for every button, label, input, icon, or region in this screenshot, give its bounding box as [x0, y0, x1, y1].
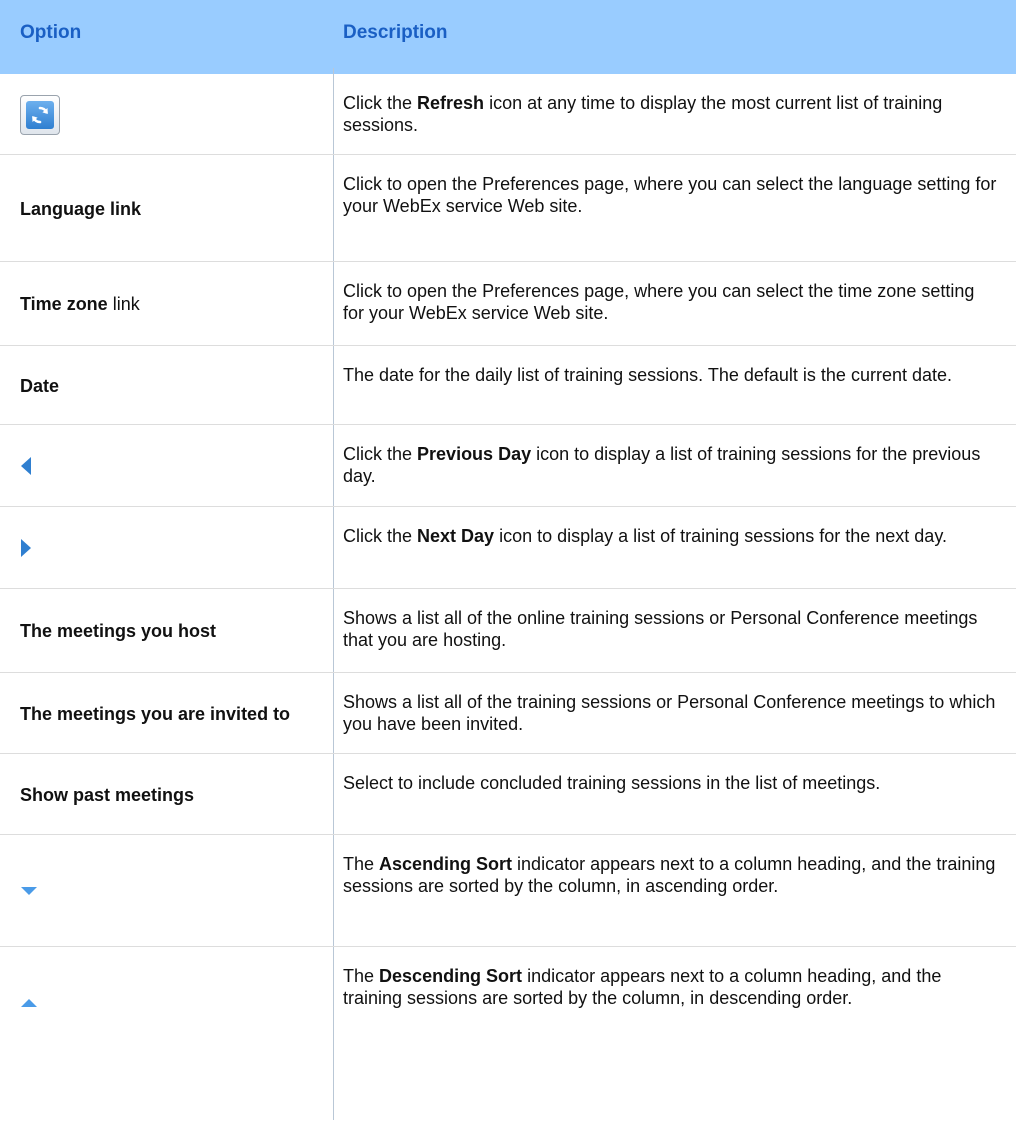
option-label-segment: link — [107, 294, 140, 314]
description-cell: Shows a list all of the online training … — [343, 607, 998, 651]
option-cell — [20, 947, 320, 1059]
description-cell: The Ascending Sort indicator appears nex… — [343, 853, 998, 897]
description-segment: Select to include concluded training ses… — [343, 773, 881, 793]
description-segment: Click to open the Preferences page, wher… — [343, 174, 997, 216]
description-segment: The date for the daily list of training … — [343, 365, 953, 385]
option-column-header: Option — [20, 22, 82, 43]
option-cell: The meetings you host — [20, 589, 320, 673]
option-cell: Date — [20, 346, 320, 425]
table-row: The meetings you host Shows a list all of… — [0, 589, 1016, 673]
option-cell — [20, 74, 320, 155]
description-segment: icon to display a list of training sessi… — [494, 526, 947, 546]
description-cell: Click the Refresh icon at any time to di… — [343, 92, 998, 136]
option-label-segment: The meetings you host — [20, 621, 217, 641]
next-day-icon — [20, 538, 32, 558]
option-cell — [20, 425, 320, 507]
previous-day-icon — [20, 456, 32, 476]
table-row: Show past meetings Select to include conc… — [0, 754, 1016, 835]
refresh-icon — [20, 94, 60, 135]
option-label: Time zone link — [20, 293, 140, 315]
description-segment: Shows a list all of the online training … — [343, 608, 978, 650]
option-label: The meetings you host — [20, 620, 216, 642]
table-row: Click the Refresh icon at any time to di… — [0, 74, 1016, 155]
description-segment: Previous Day — [417, 444, 532, 464]
option-cell: Language link — [20, 155, 320, 262]
description-cell: Shows a list all of the training session… — [343, 691, 998, 735]
option-cell: Show past meetings — [20, 754, 320, 835]
description-segment: Descending Sort — [379, 966, 523, 986]
description-cell: Click the Previous Day icon to display a… — [343, 443, 998, 487]
description-cell: The Descending Sort indicator appears ne… — [343, 965, 998, 1009]
description-cell: Click to open the Preferences page, wher… — [343, 173, 998, 217]
table-row: Click the Next Day icon to display a lis… — [0, 507, 1016, 589]
option-label-segment: The meetings you are invited to — [20, 703, 291, 724]
ascending-sort-icon — [20, 886, 38, 896]
description-segment: Ascending Sort — [379, 854, 513, 874]
option-cell — [20, 835, 320, 947]
description-segment: Click the — [343, 93, 418, 113]
table-row: The Ascending Sort indicator appears nex… — [0, 835, 1016, 947]
table-row: The meetings you are invited to Shows a l… — [0, 673, 1016, 754]
option-cell: The meetings you are invited to — [20, 673, 320, 754]
table-row: The Descending Sort indicator appears ne… — [0, 947, 1016, 1059]
descending-sort-icon — [20, 998, 38, 1008]
description-segment: Click the — [343, 444, 418, 464]
table-header: Option Description — [0, 0, 1016, 74]
option-label: Show past meetings — [20, 784, 194, 806]
description-segment: Click the — [343, 526, 418, 546]
table-row: Click the Previous Day icon to display a… — [0, 425, 1016, 507]
description-cell: The date for the daily list of training … — [343, 364, 998, 386]
description-cell: Click the Next Day icon to display a lis… — [343, 525, 998, 547]
option-cell — [20, 507, 320, 589]
description-cell: Select to include concluded training ses… — [343, 772, 998, 794]
table-row: Language link Click to open the Preferenc… — [0, 155, 1016, 262]
option-label-segment: Language link — [20, 198, 142, 219]
option-label: The meetings you are invited to — [20, 703, 290, 725]
description-column-header: Description — [343, 22, 448, 43]
description-segment: Click to open the Preferences page, wher… — [343, 281, 975, 323]
description-segment: The — [343, 966, 380, 986]
option-label-segment: Date — [20, 375, 60, 396]
description-segment: Next Day — [417, 526, 495, 546]
description-segment: Shows a list all of the training session… — [343, 692, 996, 734]
description-segment: Refresh — [417, 93, 485, 113]
option-cell: Time zone link — [20, 262, 320, 346]
table-row: Time zone link Click to open the Preferen… — [0, 262, 1016, 346]
option-label: Language link — [20, 198, 141, 220]
description-segment: The — [343, 854, 380, 874]
option-label-segment: Time zone — [20, 294, 108, 314]
option-label-segment: Show past meetings — [20, 784, 195, 805]
description-cell: Click to open the Preferences page, wher… — [343, 280, 998, 324]
table-row: Date The date for the daily list of train… — [0, 346, 1016, 425]
option-label: Date — [20, 375, 59, 397]
